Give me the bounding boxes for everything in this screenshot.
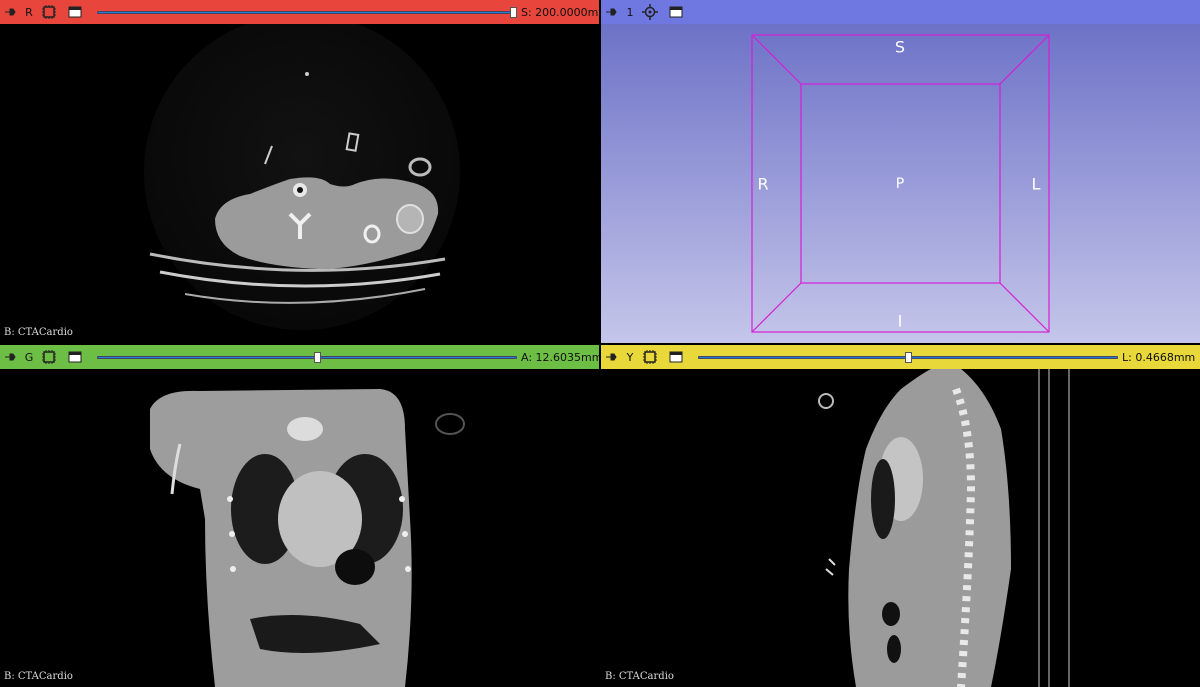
layers-icon[interactable] xyxy=(637,345,663,369)
3d-view[interactable]: 1 S P I R L xyxy=(601,0,1200,343)
view-label: Y xyxy=(626,350,634,364)
layers-icon[interactable] xyxy=(36,345,62,369)
background-layer-label: B: CTACardio xyxy=(4,327,73,338)
green-slice-view[interactable]: G A: 12.6035mm B: CTACardio xyxy=(0,345,599,687)
background-layer-label: B: CTACardio xyxy=(4,671,73,682)
sagittal-ct-image[interactable] xyxy=(601,369,1200,687)
slider-thumb[interactable] xyxy=(314,352,321,363)
red-slice-view[interactable]: R S: 200.0000mm xyxy=(0,0,599,343)
maximize-window-icon[interactable] xyxy=(62,0,88,24)
coronal-ct-image[interactable] xyxy=(0,369,599,687)
3d-render-area[interactable]: S P I R L xyxy=(601,24,1200,343)
maximize-window-icon[interactable] xyxy=(62,345,88,369)
view-label: R xyxy=(25,5,33,19)
pin-icon[interactable] xyxy=(601,0,623,24)
center-view-icon[interactable] xyxy=(637,0,663,24)
slider-thumb[interactable] xyxy=(905,352,912,363)
green-view-controller: G A: 12.6035mm xyxy=(0,345,599,369)
orientation-label-inferior: I xyxy=(897,311,903,331)
red-view-controller: R S: 200.0000mm xyxy=(0,0,599,24)
orientation-label-posterior: P xyxy=(895,176,905,192)
pin-icon[interactable] xyxy=(601,345,623,369)
maximize-window-icon[interactable] xyxy=(663,345,689,369)
pin-icon[interactable] xyxy=(0,345,22,369)
slice-offset-label: L: 0.4668mm xyxy=(1122,351,1196,364)
pin-icon[interactable] xyxy=(0,0,22,24)
view-label: 1 xyxy=(626,5,634,19)
yellow-slice-view[interactable]: Y L: 0.4668mm B: CTACardio xyxy=(601,345,1200,687)
maximize-window-icon[interactable] xyxy=(663,0,689,24)
yellow-view-controller: Y L: 0.4668mm xyxy=(601,345,1200,369)
slice-offset-slider[interactable] xyxy=(97,352,517,363)
slice-offset-label: S: 200.0000mm xyxy=(521,6,599,19)
background-layer-label: B: CTACardio xyxy=(605,671,674,682)
view-label: G xyxy=(24,350,34,364)
slider-thumb[interactable] xyxy=(510,7,517,18)
slice-offset-label: A: 12.6035mm xyxy=(521,351,599,364)
slice-offset-slider[interactable] xyxy=(97,7,517,18)
layers-icon[interactable] xyxy=(36,0,62,24)
orientation-label-superior: S xyxy=(894,37,906,57)
3d-view-controller: 1 xyxy=(601,0,1200,24)
axial-ct-image[interactable] xyxy=(0,14,599,343)
slice-offset-slider[interactable] xyxy=(698,352,1118,363)
orientation-label-right: R xyxy=(757,174,769,194)
orientation-label-left: L xyxy=(1031,174,1041,194)
